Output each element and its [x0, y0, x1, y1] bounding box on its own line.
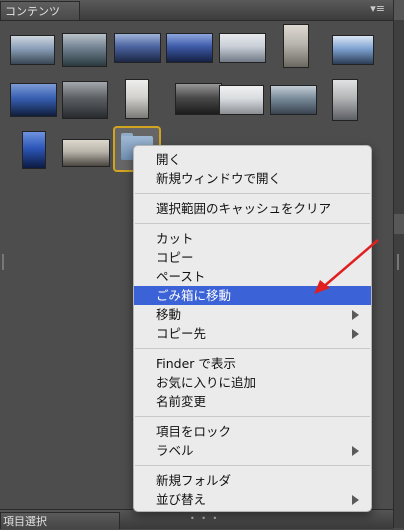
panel-header: コンテンツ ▾≡	[0, 0, 393, 21]
photo-road[interactable]	[175, 83, 222, 115]
tab-content[interactable]: コンテンツ	[0, 1, 80, 20]
menu-item[interactable]: ラベル	[134, 441, 371, 460]
menu-item-label: 移動	[156, 307, 182, 322]
menu-item-label: 項目をロック	[156, 424, 232, 439]
photo-night-sky[interactable]	[166, 33, 213, 63]
menu-item-label: 選択範囲のキャッシュをクリア	[156, 201, 332, 216]
photo-snowy-trees[interactable]	[62, 33, 107, 67]
annotation-arrow-icon	[314, 239, 379, 294]
menu-item[interactable]: 新規ウィンドウで開く	[134, 169, 371, 188]
menu-item-label: ペースト	[156, 269, 206, 284]
menu-separator	[135, 223, 370, 224]
submenu-arrow-icon	[352, 310, 359, 320]
menu-item-label: 開く	[156, 152, 182, 167]
menu-item-label: コピー	[156, 250, 194, 265]
right-panel-header	[394, 0, 404, 20]
right-panel-divider	[394, 214, 404, 234]
menu-item[interactable]: Finder で表示	[134, 354, 371, 373]
photo-winter-forest[interactable]	[62, 81, 108, 119]
bottom-panel-bar: 項目選択 • • •	[0, 509, 393, 529]
menu-item[interactable]: 移動	[134, 305, 371, 324]
photo-snowy-riverbank[interactable]	[332, 79, 358, 121]
menu-separator	[135, 465, 370, 466]
tab-item-selection[interactable]: 項目選択	[0, 512, 120, 529]
panel-menu-icon[interactable]: ▾≡	[370, 3, 385, 15]
menu-separator	[135, 416, 370, 417]
photo-blue-sky[interactable]	[22, 131, 46, 169]
context-menu: 開く新規ウィンドウで開く選択範囲のキャッシュをクリア カットコピーペーストごみ箱に…	[133, 145, 372, 512]
photo-snowy-mountains[interactable]	[10, 35, 55, 65]
right-side-panel	[394, 0, 404, 528]
menu-item-label: ラベル	[156, 443, 194, 458]
menu-item-label: 名前変更	[156, 394, 207, 409]
menu-item[interactable]: 項目をロック	[134, 422, 371, 441]
menu-item-label: Finder で表示	[156, 356, 236, 371]
photo-snowy-village[interactable]	[125, 79, 149, 119]
menu-item[interactable]: コピー先	[134, 324, 371, 343]
menu-item[interactable]: 選択範囲のキャッシュをクリア	[134, 199, 371, 218]
photo-river-mountain[interactable]	[270, 85, 317, 115]
submenu-arrow-icon	[352, 329, 359, 339]
menu-item[interactable]: お気に入りに追加	[134, 373, 371, 392]
submenu-arrow-icon	[352, 446, 359, 456]
photo-cloudy-mountain[interactable]	[219, 33, 266, 63]
menu-item[interactable]: 名前変更	[134, 392, 371, 411]
menu-item-label: お気に入りに追加	[156, 375, 257, 390]
menu-separator	[135, 348, 370, 349]
photo-snow-field[interactable]	[219, 85, 264, 115]
menu-item-label: カット	[156, 231, 194, 246]
submenu-arrow-icon	[352, 495, 359, 505]
photo-lake-mountain[interactable]	[332, 35, 374, 65]
menu-item-label: 新規フォルダ	[156, 473, 232, 488]
menu-item-label: コピー先	[156, 326, 207, 341]
left-resize-grip[interactable]	[2, 254, 4, 270]
menu-item-label: ごみ箱に移動	[156, 288, 232, 303]
menu-item-label: 新規ウィンドウで開く	[156, 171, 282, 186]
menu-item[interactable]: 並び替え	[134, 490, 371, 509]
photo-dusk-lake[interactable]	[10, 83, 57, 117]
photo-shrine-path[interactable]	[62, 139, 110, 167]
menu-item[interactable]: 新規フォルダ	[134, 471, 371, 490]
menu-item-label: 並び替え	[156, 492, 207, 507]
right-resize-grip[interactable]	[397, 254, 399, 270]
menu-item[interactable]: 開く	[134, 150, 371, 169]
menu-separator	[135, 193, 370, 194]
photo-lake-sky[interactable]	[114, 33, 161, 63]
photo-snow-statue[interactable]	[283, 24, 309, 68]
resize-grip-icon[interactable]: • • •	[190, 514, 219, 523]
